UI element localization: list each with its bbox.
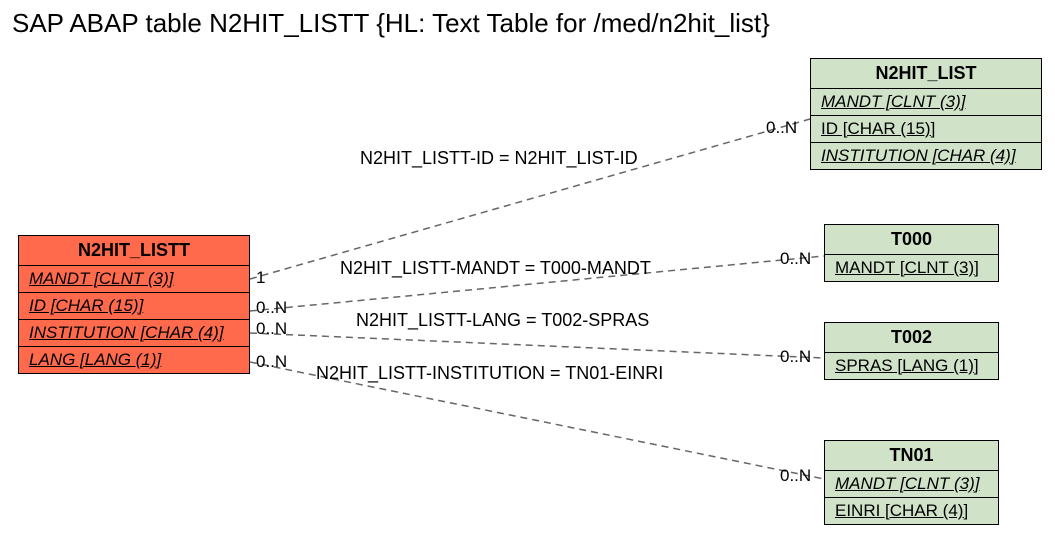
field-lang: LANG [LANG (1)] <box>19 347 249 373</box>
field-id: ID [CHAR (15)] <box>811 116 1041 143</box>
entity-n2hit-listt: N2HIT_LISTT MANDT [CLNT (3)] ID [CHAR (1… <box>18 235 250 374</box>
field-mandt: MANDT [CLNT (3)] <box>811 89 1041 116</box>
entity-t000: T000 MANDT [CLNT (3)] <box>824 224 999 282</box>
cardinality: 0..N <box>256 352 287 372</box>
entity-title: N2HIT_LIST <box>811 59 1041 89</box>
relation-label-lang: N2HIT_LISTT-LANG = T002-SPRAS <box>356 310 649 331</box>
field-spras: SPRAS [LANG (1)] <box>825 353 998 379</box>
entity-title: T002 <box>825 323 998 353</box>
field-einri: EINRI [CHAR (4)] <box>825 498 998 524</box>
field-mandt: MANDT [CLNT (3)] <box>825 471 998 498</box>
field-id: ID [CHAR (15)] <box>19 293 249 320</box>
relation-label-mandt: N2HIT_LISTT-MANDT = T000-MANDT <box>340 258 651 279</box>
diagram-title: SAP ABAP table N2HIT_LISTT {HL: Text Tab… <box>12 8 770 39</box>
entity-title: T000 <box>825 225 998 255</box>
cardinality: 0..N <box>780 249 811 269</box>
entity-tn01: TN01 MANDT [CLNT (3)] EINRI [CHAR (4)] <box>824 440 999 525</box>
cardinality: 0..N <box>780 347 811 367</box>
relation-label-id: N2HIT_LISTT-ID = N2HIT_LIST-ID <box>360 148 638 169</box>
cardinality: 1 <box>256 268 265 288</box>
entity-n2hit-list: N2HIT_LIST MANDT [CLNT (3)] ID [CHAR (15… <box>810 58 1042 170</box>
relation-label-institution: N2HIT_LISTT-INSTITUTION = TN01-EINRI <box>316 363 663 384</box>
entity-title: N2HIT_LISTT <box>19 236 249 266</box>
cardinality: 0..N <box>766 118 797 138</box>
field-institution: INSTITUTION [CHAR (4)] <box>19 320 249 347</box>
entity-t002: T002 SPRAS [LANG (1)] <box>824 322 999 380</box>
field-mandt: MANDT [CLNT (3)] <box>19 266 249 293</box>
entity-title: TN01 <box>825 441 998 471</box>
cardinality: 0..N <box>256 298 287 318</box>
cardinality: 0..N <box>256 319 287 339</box>
cardinality: 0..N <box>780 466 811 486</box>
field-mandt: MANDT [CLNT (3)] <box>825 255 998 281</box>
field-institution: INSTITUTION [CHAR (4)] <box>811 143 1041 169</box>
